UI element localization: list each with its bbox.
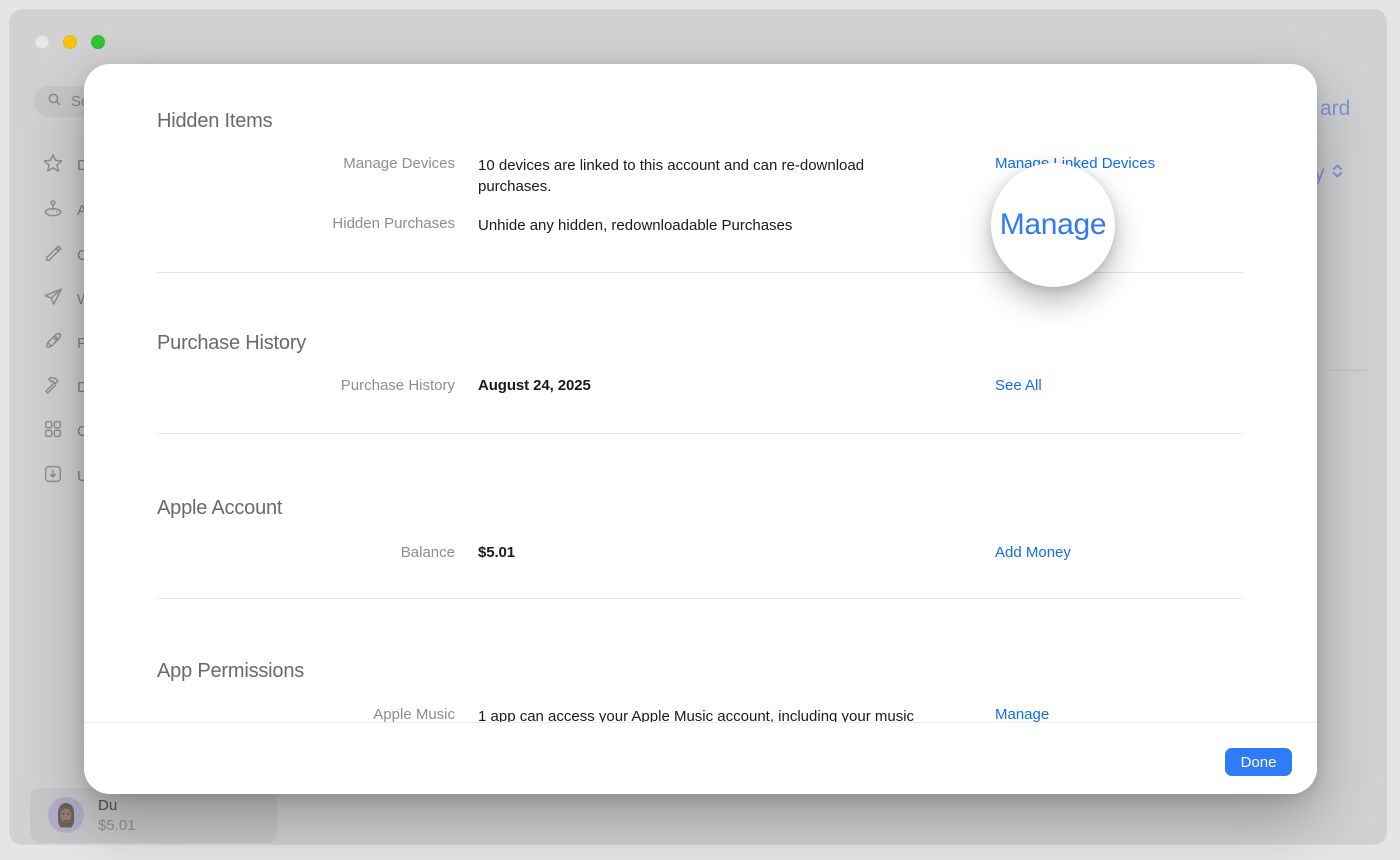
modal-scroll-area[interactable]: Hidden Items Manage Devices 10 devices a… (84, 64, 1317, 722)
manage-apple-music-link[interactable]: Manage (995, 706, 1049, 722)
account-name: Du (98, 797, 117, 814)
row-manage-devices: Manage Devices 10 devices are linked to … (84, 155, 1317, 201)
joystick-icon (42, 197, 64, 223)
row-label: Apple Music (155, 706, 455, 722)
row-balance: Balance $5.01 Add Money (84, 544, 1317, 590)
row-value: August 24, 2025 (478, 377, 933, 394)
row-description: 10 devices are linked to this account an… (478, 155, 933, 197)
sort-dropdown-fragment[interactable]: y (1314, 162, 1344, 186)
close-button[interactable] (35, 35, 49, 49)
search-icon (46, 91, 63, 112)
row-hidden-purchases: Hidden Purchases Unhide any hidden, redo… (84, 215, 1317, 261)
hammer-icon (42, 374, 64, 400)
magnifier-manage-label: Manage (1000, 208, 1107, 242)
section-divider (157, 598, 1243, 599)
row-label: Hidden Purchases (155, 215, 455, 232)
screen: Sea Di Ar (0, 0, 1400, 860)
star-icon (42, 152, 64, 178)
account-balance: $5.01 (98, 817, 136, 834)
section-title-purchase-history: Purchase History (157, 332, 306, 355)
chevron-up-down-icon (1331, 162, 1344, 186)
minimize-button[interactable] (63, 35, 77, 49)
account-settings-modal: Hidden Items Manage Devices 10 devices a… (84, 64, 1317, 794)
section-divider (157, 433, 1243, 434)
zoom-button[interactable] (91, 35, 105, 49)
paintbrush-icon (42, 242, 64, 268)
done-button[interactable]: Done (1225, 748, 1292, 776)
account-row[interactable]: Du $5.01 (30, 788, 277, 843)
magnifier-callout: Manage (991, 163, 1115, 287)
avatar (48, 797, 84, 833)
background-divider (1330, 370, 1368, 371)
section-title-app-permissions: App Permissions (157, 660, 304, 683)
section-title-apple-account: Apple Account (157, 497, 282, 520)
row-purchase-history: Purchase History August 24, 2025 See All (84, 377, 1317, 423)
row-label: Balance (155, 544, 455, 561)
rocket-icon (42, 330, 64, 356)
row-description: 1 app can access your Apple Music accoun… (478, 706, 933, 722)
grid-icon (42, 418, 64, 444)
row-description: Unhide any hidden, redownloadable Purcha… (478, 215, 933, 236)
row-value: $5.01 (478, 544, 933, 561)
row-label: Purchase History (155, 377, 455, 394)
section-title-hidden-items: Hidden Items (157, 110, 272, 133)
gift-card-link-fragment[interactable]: ard (1320, 97, 1350, 121)
see-all-link[interactable]: See All (995, 377, 1042, 394)
row-label: Manage Devices (155, 155, 455, 172)
add-money-link[interactable]: Add Money (995, 544, 1071, 561)
download-icon (42, 463, 64, 489)
row-apple-music: Apple Music 1 app can access your Apple … (84, 706, 1317, 722)
paper-plane-icon (42, 286, 64, 312)
modal-footer: Done (84, 722, 1317, 794)
